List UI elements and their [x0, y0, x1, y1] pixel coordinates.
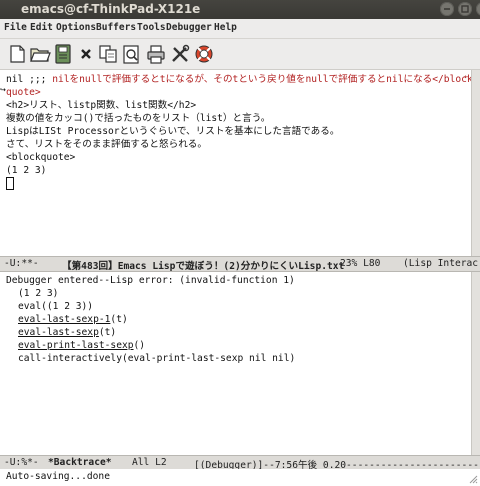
- emacs-window: emacs@cf-ThinkPad-X121e File Edit Option…: [0, 0, 480, 486]
- code-text: nil ;;;: [6, 74, 53, 85]
- open-folder-icon[interactable]: [29, 43, 51, 65]
- minibuffer[interactable]: Auto-saving...done: [0, 469, 480, 486]
- text-cursor: [6, 177, 14, 190]
- buffer-line: call-interactively(eval-print-last-sexp …: [18, 353, 296, 364]
- print-icon[interactable]: [145, 43, 167, 65]
- new-file-icon[interactable]: [6, 43, 28, 65]
- backtrace-buffer[interactable]: Debugger entered--Lisp error: (invalid-f…: [0, 272, 472, 456]
- modeline-status: -U:**-: [4, 258, 39, 269]
- string-text: nilをnullで評価するとtになるが、そのtという戻り値をnullで評価すると…: [52, 74, 472, 85]
- menu-bar: File Edit Options Buffers Tools Debugger…: [0, 19, 480, 39]
- function-link[interactable]: eval-last-sexp: [18, 327, 99, 338]
- maximize-icon[interactable]: [458, 2, 472, 16]
- modeline-status: -U:%*-: [4, 457, 39, 468]
- modeline-mode: (Lisp Interac: [403, 258, 479, 269]
- function-link[interactable]: eval-print-last-sexp: [18, 340, 134, 351]
- close-buffer-icon[interactable]: [75, 43, 97, 65]
- minimize-icon[interactable]: [440, 2, 454, 16]
- buffer-line: eval-print-last-sexp(): [18, 339, 145, 352]
- help-icon[interactable]: [193, 43, 215, 65]
- window-title: emacs@cf-ThinkPad-X121e: [21, 2, 201, 16]
- buffer-line: (1 2 3): [6, 165, 47, 176]
- menu-tools[interactable]: Tools: [137, 22, 166, 33]
- function-link[interactable]: eval-last-sexp-1: [18, 314, 110, 325]
- resize-grip-icon[interactable]: [469, 475, 478, 484]
- menu-buffers[interactable]: Buffers: [96, 22, 136, 33]
- echo-area-message: Auto-saving...done: [6, 471, 110, 482]
- code-text: (t): [110, 314, 128, 325]
- wrap-arrow-icon: ↵: [464, 73, 470, 81]
- buffer-line: eval((1 2 3)): [18, 301, 94, 312]
- modeline-buffer-name: 【第483回】Emacs Lispで遊ぼう！(2)分かりにくいLisp.txt: [62, 261, 345, 272]
- modeline-position: 23% L80: [340, 258, 381, 269]
- buffer-line: nil ;;; nilをnullで評価するとtになるが、そのtという戻り値をnu…: [6, 73, 472, 86]
- toolbar: [0, 39, 480, 70]
- copy-icon[interactable]: [97, 43, 119, 65]
- menu-edit[interactable]: Edit: [30, 22, 53, 33]
- editor-scrollbar[interactable]: [471, 70, 480, 257]
- buffer-line: quote>: [6, 87, 41, 98]
- buffer-line: eval-last-sexp-1(t): [18, 313, 128, 326]
- preferences-icon[interactable]: [169, 43, 191, 65]
- editor-buffer[interactable]: nil ;;; nilをnullで評価するとtになるが、そのtという戻り値をnu…: [0, 70, 472, 257]
- buffer-line: 複数の値をカッコ()で括ったものをリスト（list）と言う。: [6, 113, 271, 124]
- title-bar[interactable]: emacs@cf-ThinkPad-X121e: [0, 0, 480, 19]
- continuation-arrow-icon: ↪: [0, 86, 6, 94]
- buffer-line: (1 2 3): [18, 288, 59, 299]
- modeline-position: All L2: [132, 457, 167, 468]
- editor-mode-line[interactable]: -U:**- 【第483回】Emacs Lispで遊ぼう！(2)分かりにくいLi…: [0, 256, 480, 272]
- code-text: (): [133, 340, 146, 351]
- menu-options[interactable]: Options: [56, 22, 96, 33]
- buffer-line: Debugger entered--Lisp error: (invalid-f…: [6, 275, 295, 286]
- paste-icon[interactable]: [120, 43, 142, 65]
- menu-help[interactable]: Help: [214, 22, 237, 33]
- save-icon[interactable]: [52, 43, 74, 65]
- menu-debugger[interactable]: Debugger: [166, 22, 212, 33]
- buffer-line: eval-last-sexp(t): [18, 326, 116, 339]
- menu-file[interactable]: File: [4, 22, 27, 33]
- code-text: (t): [98, 327, 117, 338]
- close-window-icon[interactable]: [476, 2, 480, 16]
- buffer-line: LispはLISt Processorというぐらいで、リストを基本にした言語であ…: [6, 126, 340, 137]
- buffer-line: <h2>リスト、listp関数、list関数</h2>: [6, 100, 197, 111]
- buffer-line: さて、リストをそのまま評価すると怒られる。: [6, 139, 207, 150]
- backtrace-scrollbar[interactable]: [471, 272, 480, 456]
- buffer-line: <blockquote>: [6, 152, 76, 163]
- modeline-buffer-name: *Backtrace*: [48, 457, 112, 468]
